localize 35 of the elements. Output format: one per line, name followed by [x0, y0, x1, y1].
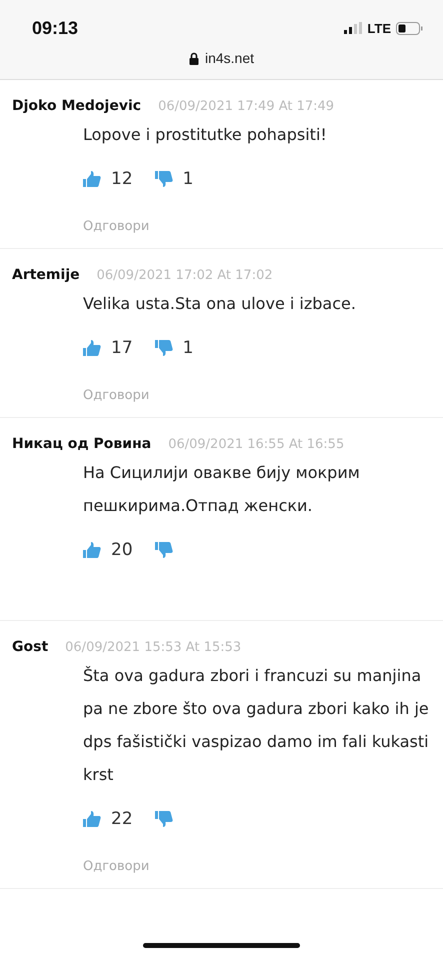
comment-author: Djoko Medojevic: [12, 98, 142, 114]
comment-date: 06/09/2021 17:49 At 17:49: [158, 99, 334, 114]
comment-date: 06/09/2021 17:02 At 17:02: [96, 268, 273, 283]
comment-author: Никац од Ровина: [12, 436, 152, 452]
thumbs-down-icon[interactable]: [154, 339, 173, 357]
like-count: 20: [111, 540, 133, 560]
comment-text: Velika usta.Sta ona ulove i izbace.: [83, 293, 357, 315]
dislike-count: 1: [182, 338, 194, 358]
comment-author: Artemije: [12, 267, 80, 283]
comment-date: 06/09/2021 15:53 At 15:53: [65, 640, 242, 655]
thumbs-up-icon[interactable]: [83, 541, 101, 559]
like-count: 22: [111, 809, 133, 829]
thumbs-down-icon[interactable]: [154, 810, 173, 828]
reply-link[interactable]: Одговори: [83, 219, 150, 234]
battery-icon: [396, 22, 423, 34]
comment-text: Lopove i prostitutke pohapsiti!: [83, 124, 328, 146]
reply-link[interactable]: Одговори: [83, 388, 150, 403]
thumbs-up-icon[interactable]: [83, 339, 101, 357]
network-label: LTE: [367, 20, 391, 36]
thumbs-down-icon[interactable]: [154, 541, 173, 559]
reply-link[interactable]: Одговори: [83, 859, 150, 874]
lock-icon: [188, 52, 199, 64]
url-text[interactable]: in4s.net: [204, 50, 254, 66]
thumbs-up-icon[interactable]: [83, 810, 101, 828]
like-count: 12: [111, 169, 133, 189]
comment-text: На Сицилији овакве бију мокрим пешкирима.Отпад женски.: [83, 462, 361, 517]
dislike-count: 1: [182, 169, 194, 189]
comment-author: Gost: [12, 639, 48, 655]
thumbs-down-icon[interactable]: [154, 170, 173, 188]
status-time: 09:13: [32, 18, 78, 38]
comment-date: 06/09/2021 16:55 At 16:55: [168, 437, 344, 452]
signal-icon: [344, 22, 362, 34]
comment-text: Šta ova gadura zbori i francuzi su manjina pa ne zbore što ova gadura zbori kako ih je dps fašistički vaspizao damo im fali kukasti krst: [83, 665, 430, 786]
thumbs-up-icon[interactable]: [83, 170, 101, 188]
like-count: 17: [111, 338, 133, 358]
